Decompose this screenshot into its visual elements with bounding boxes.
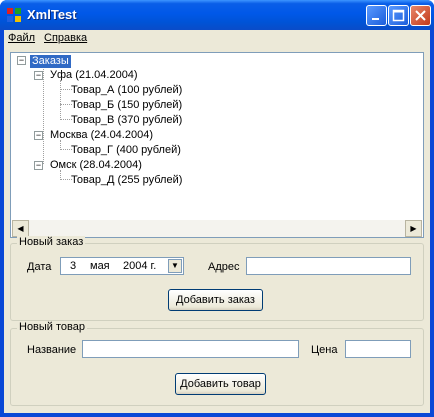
- window-title: XmlTest: [27, 7, 77, 22]
- app-window: XmlTest Файл Справка − Заказы − Уфа (21.…: [0, 0, 434, 417]
- date-label: Дата: [27, 261, 52, 273]
- maximize-button[interactable]: [388, 5, 409, 26]
- menu-file[interactable]: Файл: [8, 32, 35, 44]
- tree-node-product[interactable]: Товар_Б (150 рублей): [71, 99, 182, 112]
- collapse-icon[interactable]: −: [34, 161, 43, 170]
- date-picker[interactable]: 3 мая 2004 г. ▼: [60, 257, 184, 275]
- tree-node-product[interactable]: Товар_А (100 рублей): [71, 84, 182, 97]
- scroll-left-icon[interactable]: ◀: [12, 220, 29, 237]
- tree-node-city[interactable]: Москва (24.04.2004): [50, 129, 153, 142]
- collapse-icon[interactable]: −: [34, 131, 43, 140]
- scroll-right-icon[interactable]: ▶: [405, 220, 422, 237]
- minimize-icon: [372, 18, 379, 20]
- add-product-button[interactable]: Добавить товар: [175, 373, 266, 395]
- collapse-icon[interactable]: −: [17, 56, 26, 65]
- date-day: 3: [70, 260, 77, 272]
- tree-node-city[interactable]: Уфа (21.04.2004): [50, 69, 138, 82]
- tree-line: [43, 67, 44, 164]
- tree-node-product[interactable]: Товар_Д (255 рублей): [71, 174, 182, 187]
- new-order-group: Новый заказ Дата 3 мая 2004 г. ▼ Адрес Д…: [10, 236, 424, 321]
- menu-bar: Файл Справка: [4, 30, 430, 48]
- name-label: Название: [27, 344, 77, 356]
- tree-root-orders[interactable]: Заказы: [30, 55, 71, 68]
- title-bar[interactable]: XmlTest: [0, 0, 434, 30]
- address-label: Адрес: [208, 261, 240, 273]
- horizontal-scrollbar[interactable]: ◀ ▶: [12, 220, 422, 237]
- date-year: 2004 г.: [123, 260, 157, 272]
- new-product-group: Новый товар Название Цена Добавить товар: [10, 321, 424, 406]
- collapse-icon[interactable]: −: [34, 71, 43, 80]
- minimize-button[interactable]: [366, 5, 387, 26]
- date-month: мая: [90, 260, 110, 272]
- tree-node-city[interactable]: Омск (28.04.2004): [50, 159, 142, 172]
- close-icon: [415, 10, 426, 21]
- price-label: Цена: [311, 344, 338, 356]
- tree-node-product[interactable]: Товар_В (370 рублей): [71, 114, 182, 127]
- name-input[interactable]: [82, 340, 299, 358]
- orders-tree[interactable]: − Заказы − Уфа (21.04.2004) Товар_А (100…: [10, 52, 424, 238]
- tree-line: [60, 80, 61, 118]
- tree-node-product[interactable]: Товар_Г (400 рублей): [71, 144, 181, 157]
- client-area: Файл Справка − Заказы − Уфа (21.04.2004)…: [4, 30, 430, 413]
- group-title: Новый товар: [17, 321, 87, 333]
- chevron-down-icon[interactable]: ▼: [168, 259, 182, 273]
- menu-help[interactable]: Справка: [44, 32, 87, 44]
- add-order-button[interactable]: Добавить заказ: [168, 289, 263, 311]
- app-icon: [7, 8, 21, 22]
- group-title: Новый заказ: [17, 236, 86, 248]
- close-button[interactable]: [410, 5, 431, 26]
- address-input[interactable]: [246, 257, 411, 275]
- price-input[interactable]: [345, 340, 411, 358]
- maximize-icon: [392, 9, 405, 22]
